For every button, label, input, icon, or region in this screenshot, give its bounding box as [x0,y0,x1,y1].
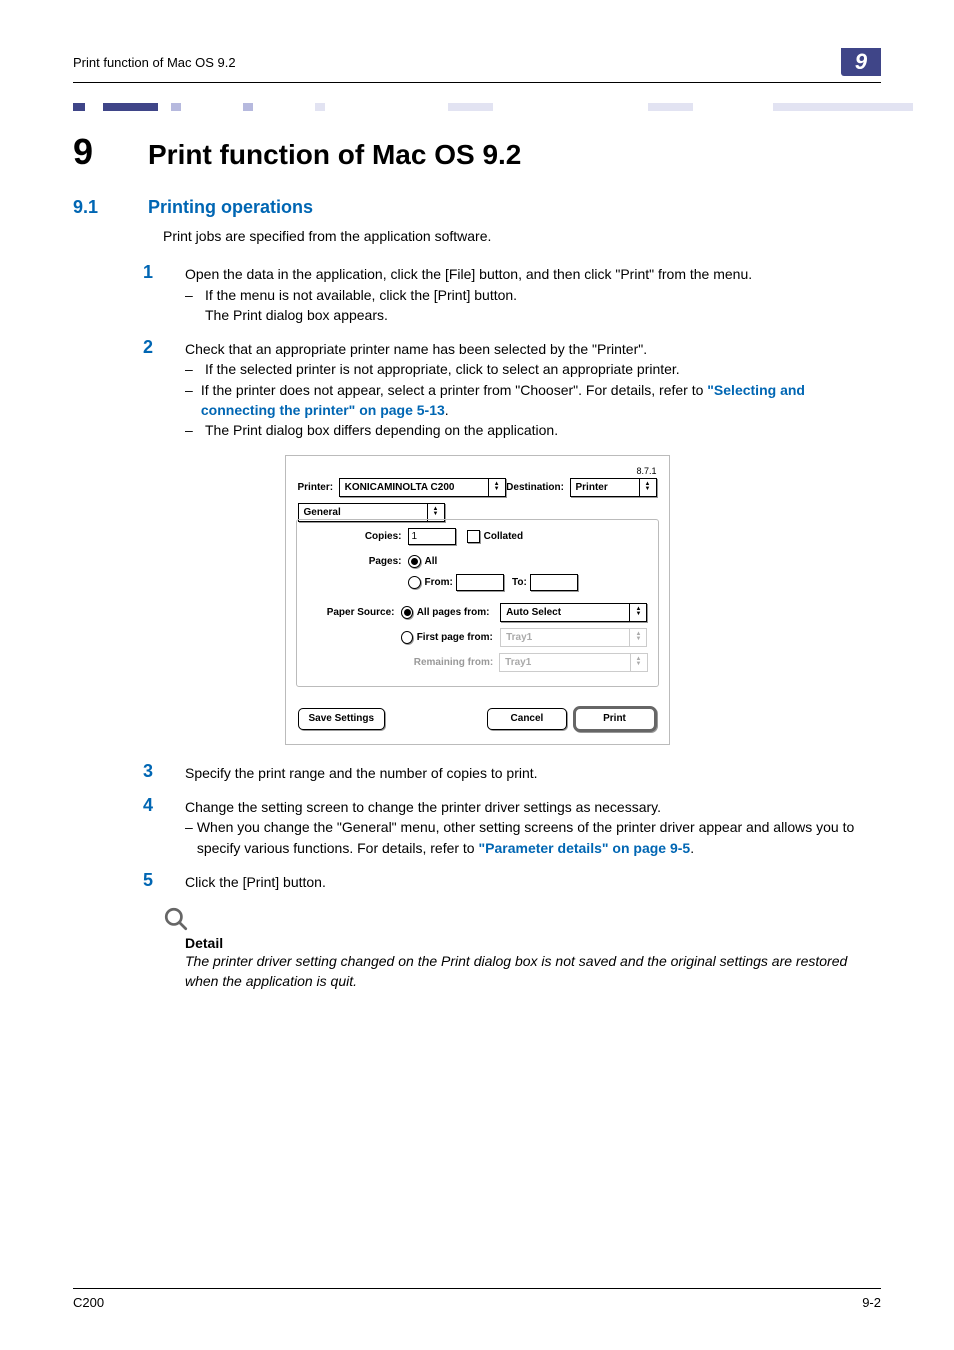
printer-label: Printer: [298,482,334,493]
step-subtext: The Print dialog box appears. [185,305,881,325]
step-subtext: –The Print dialog box differs depending … [185,420,881,440]
step-subtext: –If the menu is not available, click the… [185,285,881,305]
dash: – [185,380,201,400]
step-number: 4 [143,795,153,816]
decor-segment [448,103,493,111]
step-subtext: –If the printer does not appear, select … [185,380,881,421]
step-subtext: –If the selected printer is not appropri… [185,359,881,379]
destination-select[interactable]: Printer▲▼ [570,478,657,497]
from-input[interactable] [456,574,504,591]
chapter-title: Print function of Mac OS 9.2 [148,139,521,171]
step-subtext: –When you change the "General" menu, oth… [185,817,881,858]
dialog-group: Copies:1 Collated Pages: All From: To: Pape… [296,519,659,687]
step-number: 5 [143,870,153,891]
step-number: 1 [143,262,153,283]
dash: – [185,420,205,440]
decor-segment [315,103,325,111]
decor-segment [73,103,85,111]
pages-from-label: From: [425,577,453,588]
step-text: Open the data in the application, click … [185,264,881,284]
pages-label: Pages: [307,556,408,567]
cross-ref-link[interactable]: "Parameter details" on page 9-5 [479,840,691,856]
print-button[interactable]: Print [573,706,657,732]
cross-ref-link[interactable]: "Selecting and connecting the printer" o… [201,382,805,418]
step: 3Specify the print range and the number … [163,763,881,783]
printer-select[interactable]: KONICAMINOLTA C200▲▼ [339,478,506,497]
chapter-number: 9 [73,131,148,173]
decor-segment [773,103,913,111]
footer-right: 9-2 [862,1295,881,1310]
section-title: Printing operations [148,197,313,218]
remaining-select: Tray1▲▼ [499,653,647,672]
decor-segment [171,103,181,111]
collated-checkbox[interactable] [467,530,480,543]
detail-heading: Detail [185,935,881,951]
step-text: Check that an appropriate printer name h… [185,339,881,359]
step: 5Click the [Print] button. [163,872,881,892]
footer-left: C200 [73,1295,104,1310]
first-page-select: Tray1▲▼ [500,628,647,647]
print-dialog: 8.7.1 Printer: KONICAMINOLTA C200▲▼Destin… [285,455,670,745]
dialog-version: 8.7.1 [298,466,657,476]
pages-all-label: All [425,556,438,567]
all-pages-from-label: All pages from: [417,607,500,618]
save-settings-button[interactable]: Save Settings [298,708,386,730]
dash: – [185,359,205,379]
all-pages-radio[interactable] [401,606,413,619]
chapter-badge: 9 [841,48,881,76]
step: 4Change the setting screen to change the… [163,797,881,858]
step: 1Open the data in the application, click… [163,264,881,325]
collated-label: Collated [484,531,523,542]
decor-segment [648,103,693,111]
copies-input[interactable]: 1 [408,528,456,545]
pages-all-radio[interactable] [408,555,421,568]
decor-segment [103,103,158,111]
paper-source-label: Paper Source: [307,607,401,618]
decor-bar [73,103,881,111]
all-pages-select[interactable]: Auto Select▲▼ [500,603,647,622]
step-number: 2 [143,337,153,358]
first-page-from-label: First page from: [417,632,500,643]
detail-body: The printer driver setting changed on th… [185,951,881,992]
page-footer: C200 9-2 [73,1288,881,1310]
to-input[interactable] [530,574,578,591]
copies-label: Copies: [307,531,408,542]
step-text: Specify the print range and the number o… [185,763,881,783]
pages-from-radio[interactable] [408,576,421,589]
step-number: 3 [143,761,153,782]
detail-icon [163,906,881,937]
dash: – [185,285,205,305]
running-header: Print function of Mac OS 9.2 [73,55,236,70]
destination-label: Destination: [506,482,564,493]
remaining-from-label: Remaining from: [307,657,500,668]
section-number: 9.1 [73,197,148,218]
header-rule [73,82,881,83]
dash: – [185,817,197,837]
step-text: Change the setting screen to change the … [185,797,881,817]
step-text: Click the [Print] button. [185,872,881,892]
step: 2Check that an appropriate printer name … [163,339,881,440]
cancel-button[interactable]: Cancel [487,708,567,730]
intro-text: Print jobs are specified from the applic… [163,226,881,246]
first-page-radio[interactable] [401,631,413,644]
pages-to-label: To: [512,577,527,588]
decor-segment [243,103,253,111]
